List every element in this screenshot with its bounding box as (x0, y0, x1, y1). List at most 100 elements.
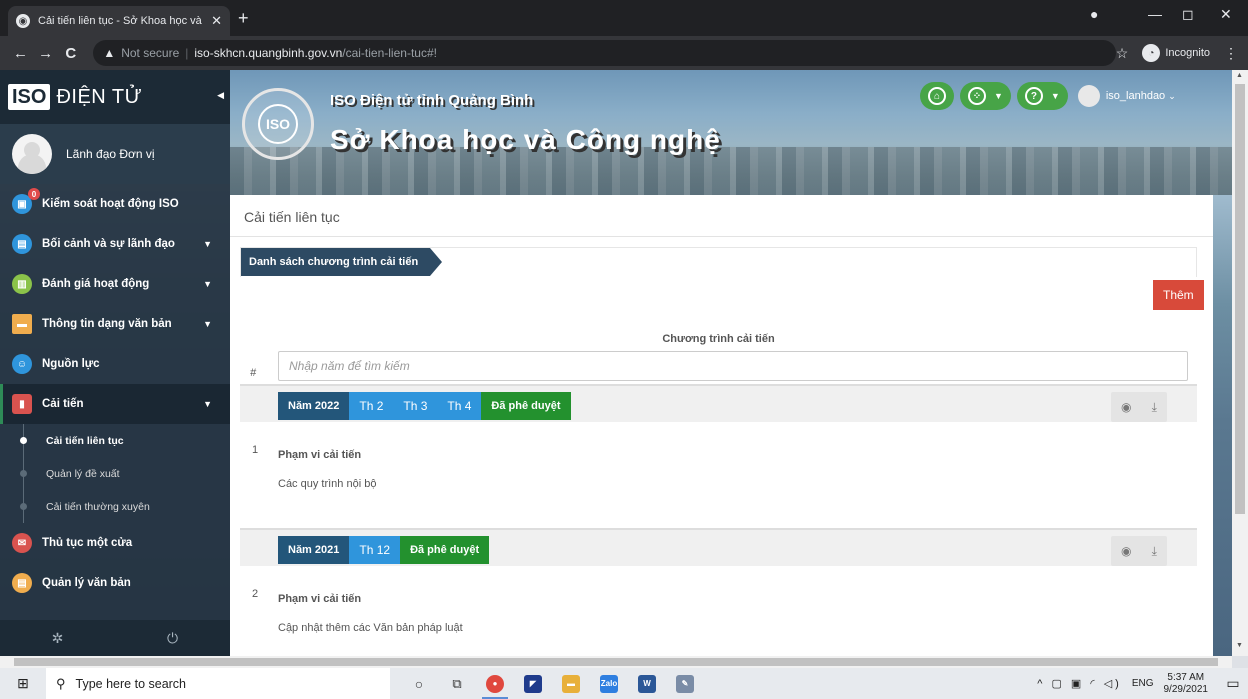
maximize-button[interactable]: ◻ (1182, 6, 1194, 23)
username: iso_lanhdao (1105, 90, 1166, 102)
scrollbar-thumb[interactable] (1235, 84, 1245, 514)
bar-chart-icon: ▮ (12, 394, 32, 414)
bookmark-star-icon[interactable]: ☆ (1116, 45, 1129, 62)
chevron-down-icon: ▼ (994, 91, 1003, 101)
view-eye-icon[interactable]: ◉ (1121, 400, 1131, 414)
help-icon: ? (1024, 87, 1043, 105)
sidebar-item-context[interactable]: ▤ Bối cảnh và sự lãnh đạo ▼ (0, 224, 230, 264)
warning-icon[interactable]: ▲ (103, 46, 115, 60)
sidebar-subitem-label: Cải tiến thường xuyên (46, 500, 150, 513)
user-menu[interactable]: iso_lanhdao ⌄ (1077, 85, 1176, 107)
sidebar-subitem-proposals[interactable]: Quản lý đề xuất (0, 457, 230, 490)
back-button[interactable]: ← (10, 45, 31, 62)
home-icon: ⌂ (928, 87, 946, 105)
panel-header: Danh sách chương trình cải tiến (240, 247, 1197, 277)
horizontal-scrollbar[interactable] (0, 656, 1232, 668)
settings-gear-icon[interactable]: ✲ (0, 620, 115, 656)
year-search-input[interactable] (278, 351, 1188, 381)
vertical-scrollbar[interactable]: ▲ ▼ (1232, 70, 1248, 656)
sidebar-item-document-mgmt[interactable]: ▤ Quản lý văn bản (0, 563, 230, 603)
tray-icons[interactable]: ^ ▢ ▣ ◜ ◁) (1037, 677, 1122, 690)
home-button[interactable]: ⌂ (920, 82, 954, 110)
search-icon: ⚲ (56, 675, 66, 691)
not-secure-label[interactable]: Not secure (121, 46, 179, 60)
scrollbar-thumb[interactable] (14, 658, 1218, 666)
sidebar-item-resources[interactable]: ☺ Nguồn lực (0, 344, 230, 384)
new-tab-button[interactable]: + (238, 8, 249, 29)
taskbar-search-text: Type here to search (75, 676, 187, 691)
sidebar-item-iso-control[interactable]: ▣ 0 Kiểm soát hoạt động ISO (0, 184, 230, 224)
url-field[interactable]: ▲ Not secure | iso-skhcn.quangbinh.gov.v… (93, 40, 1116, 66)
forward-button[interactable]: → (35, 45, 56, 62)
month-tag: Th 2 (349, 392, 394, 420)
folder-icon: ▬ (12, 314, 32, 334)
view-eye-icon[interactable]: ◉ (1121, 544, 1131, 558)
browser-menu-icon[interactable]: ⋮ (1224, 45, 1238, 62)
month-tag: Th 3 (393, 392, 438, 420)
file-explorer-icon[interactable]: ▬ (552, 668, 590, 699)
folder-logo: ▬ (562, 674, 580, 693)
address-bar: ← → C ▲ Not secure | iso-skhcn.quangbinh… (0, 36, 1248, 70)
paint-logo: ✎ (676, 674, 694, 693)
row-tags: Năm 2022 Th 2 Th 3 Th 4 Đã phê duyệt (278, 392, 571, 420)
download-icon[interactable]: ⤓ (1152, 400, 1157, 415)
sidebar-subitem-label: Quản lý đề xuất (46, 467, 120, 480)
sidebar-subitem-label: Cải tiến liên tục (46, 434, 124, 447)
bullet-icon (20, 470, 27, 477)
clock[interactable]: 5:37 AM 9/29/2021 (1164, 672, 1209, 696)
sidebar-item-documents[interactable]: ▬ Thông tin dạng văn bản ▼ (0, 304, 230, 344)
sidebar-item-improvement[interactable]: ▮ Cải tiến ▼ (0, 384, 230, 424)
task-view-icon[interactable]: ⧉ (438, 668, 476, 699)
reload-button[interactable]: C (60, 45, 81, 62)
brand-logo[interactable]: ISO ĐIỆN TỬ ◀ (0, 70, 230, 124)
profile-dot-icon[interactable]: ● (1090, 6, 1098, 22)
chrome-icon[interactable]: ● (476, 668, 514, 699)
sidebar-item-evaluation[interactable]: ▥ Đánh giá hoạt động ▼ (0, 264, 230, 304)
chevron-down-icon: ▼ (203, 399, 212, 409)
brand-text: ĐIỆN TỬ (56, 85, 143, 108)
help-button[interactable]: ? ▼ (1016, 82, 1068, 110)
scroll-down-icon[interactable]: ▼ (1236, 642, 1243, 649)
scroll-up-icon[interactable]: ▲ (1236, 72, 1243, 79)
iso-seal-logo: ISO (242, 88, 314, 160)
language-indicator[interactable]: ENG (1132, 678, 1154, 689)
word-logo: W (638, 674, 656, 693)
sidebar-subitem-continuous[interactable]: Cải tiến liên tục (0, 424, 230, 457)
status-badge: Đã phê duyệt (481, 392, 571, 420)
sidebar-item-one-stop[interactable]: ✉ Thủ tục một cửa (0, 523, 230, 563)
scope-value: Các quy trình nội bộ (278, 478, 377, 490)
people-icon: ☺ (12, 354, 32, 374)
tab-improvement-list[interactable]: Danh sách chương trình cải tiến (241, 248, 443, 276)
taskbar-apps: ○ ⧉ ● ◤ ▬ Zalo W ✎ (400, 668, 704, 699)
sidebar-subitem-regular[interactable]: Cải tiến thường xuyên (0, 490, 230, 523)
browser-tab[interactable]: ◉ Cải tiến liên tục - Sở Khoa học và ✕ (8, 6, 230, 36)
power-icon[interactable]: ⏻ (115, 620, 230, 656)
word-icon[interactable]: W (628, 668, 666, 699)
chevron-down-icon: ▼ (203, 279, 212, 289)
incognito-label: Incognito (1165, 47, 1211, 59)
system-tray: ^ ▢ ▣ ◜ ◁) ENG 5:37 AM 9/29/2021 ▭ (1037, 672, 1248, 696)
window-close-button[interactable]: ✕ (1220, 6, 1232, 23)
clipboard-icon: ▥ (12, 274, 32, 294)
paint-icon[interactable]: ✎ (666, 668, 704, 699)
app-icon[interactable]: ◤ (514, 668, 552, 699)
tab-close-icon[interactable]: ✕ (211, 13, 222, 29)
row-actions: ◉ ⤓ (1111, 392, 1167, 422)
document-icon: ▤ (12, 573, 32, 593)
zalo-icon[interactable]: Zalo (590, 668, 628, 699)
apps-button[interactable]: ⁘ ▼ (960, 82, 1011, 110)
notification-icon[interactable]: ▭ (1218, 675, 1248, 692)
month-tag: Th 12 (349, 536, 401, 564)
taskbar-search[interactable]: ⚲ Type here to search (46, 668, 390, 699)
minimize-button[interactable]: — (1148, 6, 1162, 22)
collapse-arrow-icon[interactable]: ◀ (217, 90, 224, 101)
month-tag: Th 4 (437, 392, 482, 420)
incognito-indicator[interactable]: ◔ Incognito (1142, 44, 1210, 62)
cortana-icon[interactable]: ○ (400, 668, 438, 699)
avatar (1077, 85, 1100, 107)
add-button[interactable]: Thêm (1153, 280, 1204, 310)
document-icon: ▤ (12, 234, 32, 254)
download-icon[interactable]: ⤓ (1152, 544, 1157, 559)
windows-start-icon[interactable]: ⊞ (0, 668, 46, 699)
header-subtitle: ISO Điện tử tỉnh Quảng Bình (330, 92, 534, 109)
